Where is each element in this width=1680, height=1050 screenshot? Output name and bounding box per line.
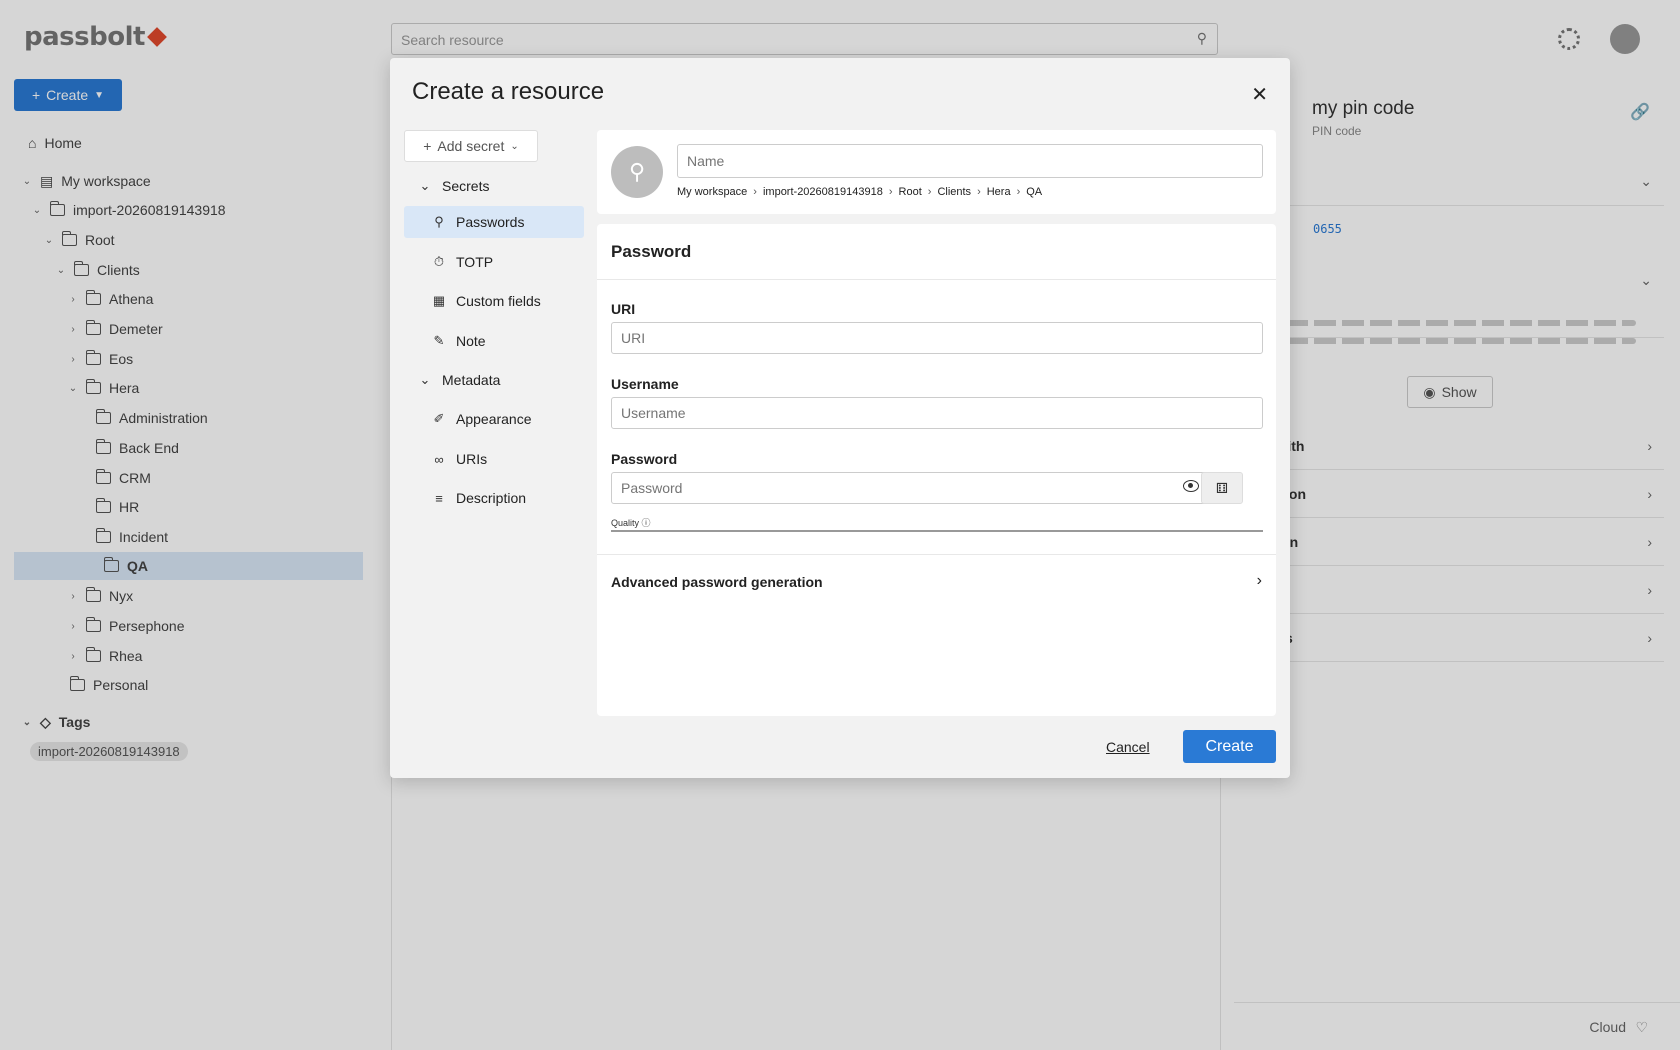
nav-item-totp[interactable]: ⏱ TOTP: [404, 246, 584, 278]
create-button[interactable]: Create: [1183, 730, 1276, 763]
nav-item-uris[interactable]: ∞ URIs: [404, 443, 584, 475]
add-secret-button[interactable]: + Add secret ⌄: [404, 130, 538, 162]
create-resource-dialog: Create a resource ✕ + Add secret ⌄ ⌄ Secr…: [390, 58, 1290, 778]
note-icon: ✎: [433, 333, 445, 348]
password-field-wrapper: [611, 472, 1211, 504]
password-label: Password: [611, 451, 678, 467]
resource-header-card: ⚲ My workspace› import-20260819143918› R…: [597, 130, 1276, 214]
brush-icon: ✐: [433, 411, 445, 426]
breadcrumb: My workspace › import-20260819143918 › Roo…: [677, 186, 1043, 198]
close-icon[interactable]: ✕: [1251, 82, 1268, 107]
link-icon: ∞: [434, 451, 444, 467]
nav-item-description[interactable]: ≡ Description: [404, 482, 584, 514]
chevron-right-icon[interactable]: ›: [1257, 572, 1262, 590]
key-icon: ⚲: [434, 214, 444, 229]
name-field[interactable]: [677, 144, 1263, 178]
divider: [597, 279, 1276, 280]
info-icon: ⓘ: [641, 518, 651, 528]
nav-item-note[interactable]: ✎ Note: [404, 325, 584, 357]
dialog-title: Create a resource: [412, 78, 605, 105]
uri-label: URI: [611, 301, 636, 317]
eye-icon[interactable]: [1183, 480, 1199, 492]
cancel-button[interactable]: Cancel: [1106, 739, 1150, 755]
plus-icon: +: [423, 138, 432, 154]
nav-group-metadata[interactable]: ⌄ Metadata: [404, 364, 584, 396]
generate-password-button[interactable]: ⚅: [1201, 472, 1243, 504]
nav-item-passwords[interactable]: ⚲ Passwords: [404, 206, 584, 238]
chevron-down-icon: ⌄: [419, 372, 431, 387]
dice-icon: ⚅: [1215, 479, 1229, 496]
resource-type-icon: ⚲: [611, 146, 663, 198]
password-section-card: Password URI Username Password ⚅ Quality…: [597, 224, 1276, 716]
nav-group-secrets[interactable]: ⌄ Secrets: [404, 170, 584, 202]
nav-item-custom-fields[interactable]: ▦ Custom fields: [404, 285, 584, 317]
username-label: Username: [611, 376, 679, 392]
totp-icon: ⏱: [433, 254, 445, 269]
chevron-down-icon: ⌄: [510, 140, 519, 152]
password-field[interactable]: [611, 472, 1211, 504]
chevron-down-icon: ⌄: [419, 178, 431, 193]
table-icon: ▦: [432, 293, 446, 308]
divider: [597, 554, 1276, 555]
advanced-generation-toggle[interactable]: Advanced password generation: [611, 574, 823, 590]
username-field[interactable]: [611, 397, 1263, 429]
uri-field[interactable]: [611, 322, 1263, 354]
quality-label: Quality ⓘ: [611, 518, 651, 528]
quality-bar: [611, 530, 1263, 532]
nav-item-appearance[interactable]: ✐ Appearance: [404, 403, 584, 435]
text-lines-icon: ≡: [435, 490, 443, 506]
section-title: Password: [611, 242, 692, 261]
